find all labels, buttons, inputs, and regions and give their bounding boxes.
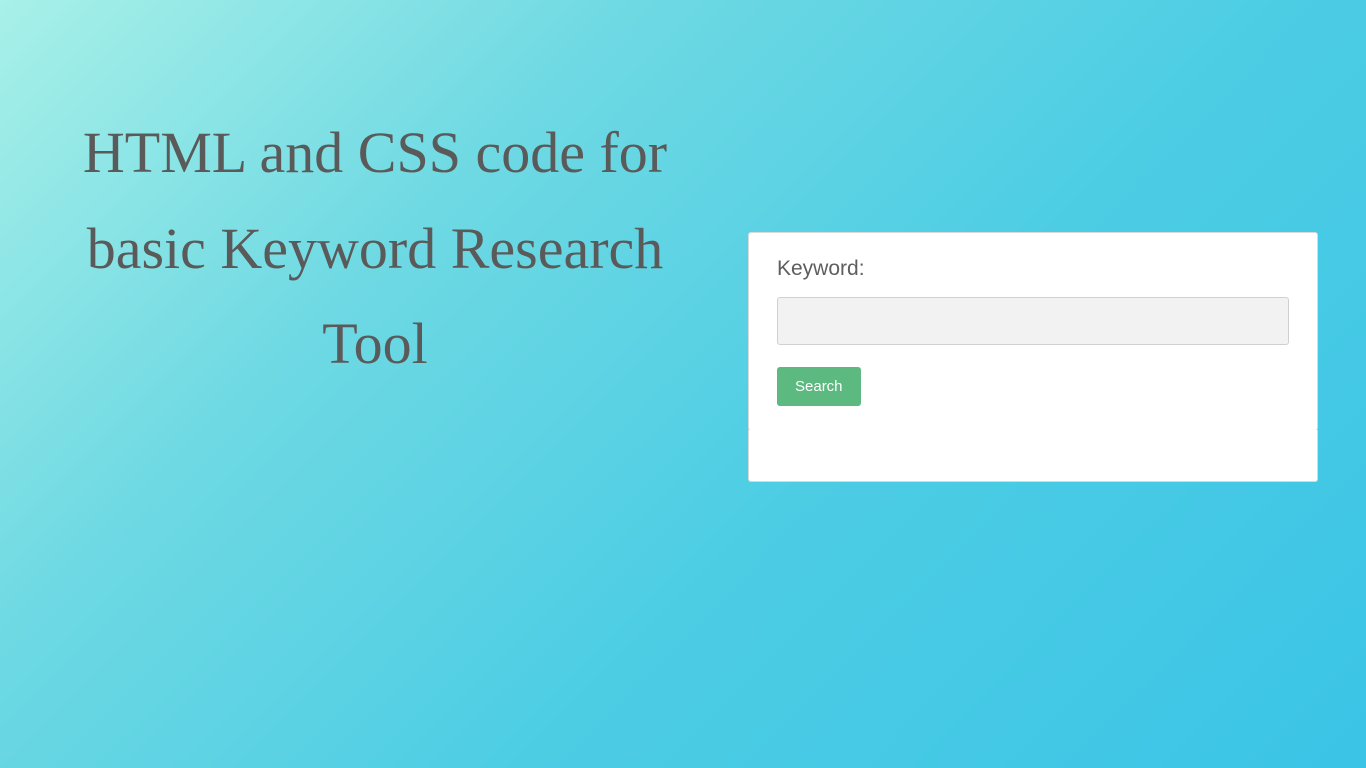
page-heading: HTML and CSS code for basic Keyword Rese… xyxy=(60,105,690,392)
form-panel: Keyword: Search xyxy=(748,232,1318,431)
keyword-tool-card: Keyword: Search xyxy=(748,232,1318,482)
keyword-input[interactable] xyxy=(777,297,1289,345)
results-panel xyxy=(748,430,1318,482)
keyword-label: Keyword: xyxy=(777,257,1289,281)
search-button[interactable]: Search xyxy=(777,367,861,406)
